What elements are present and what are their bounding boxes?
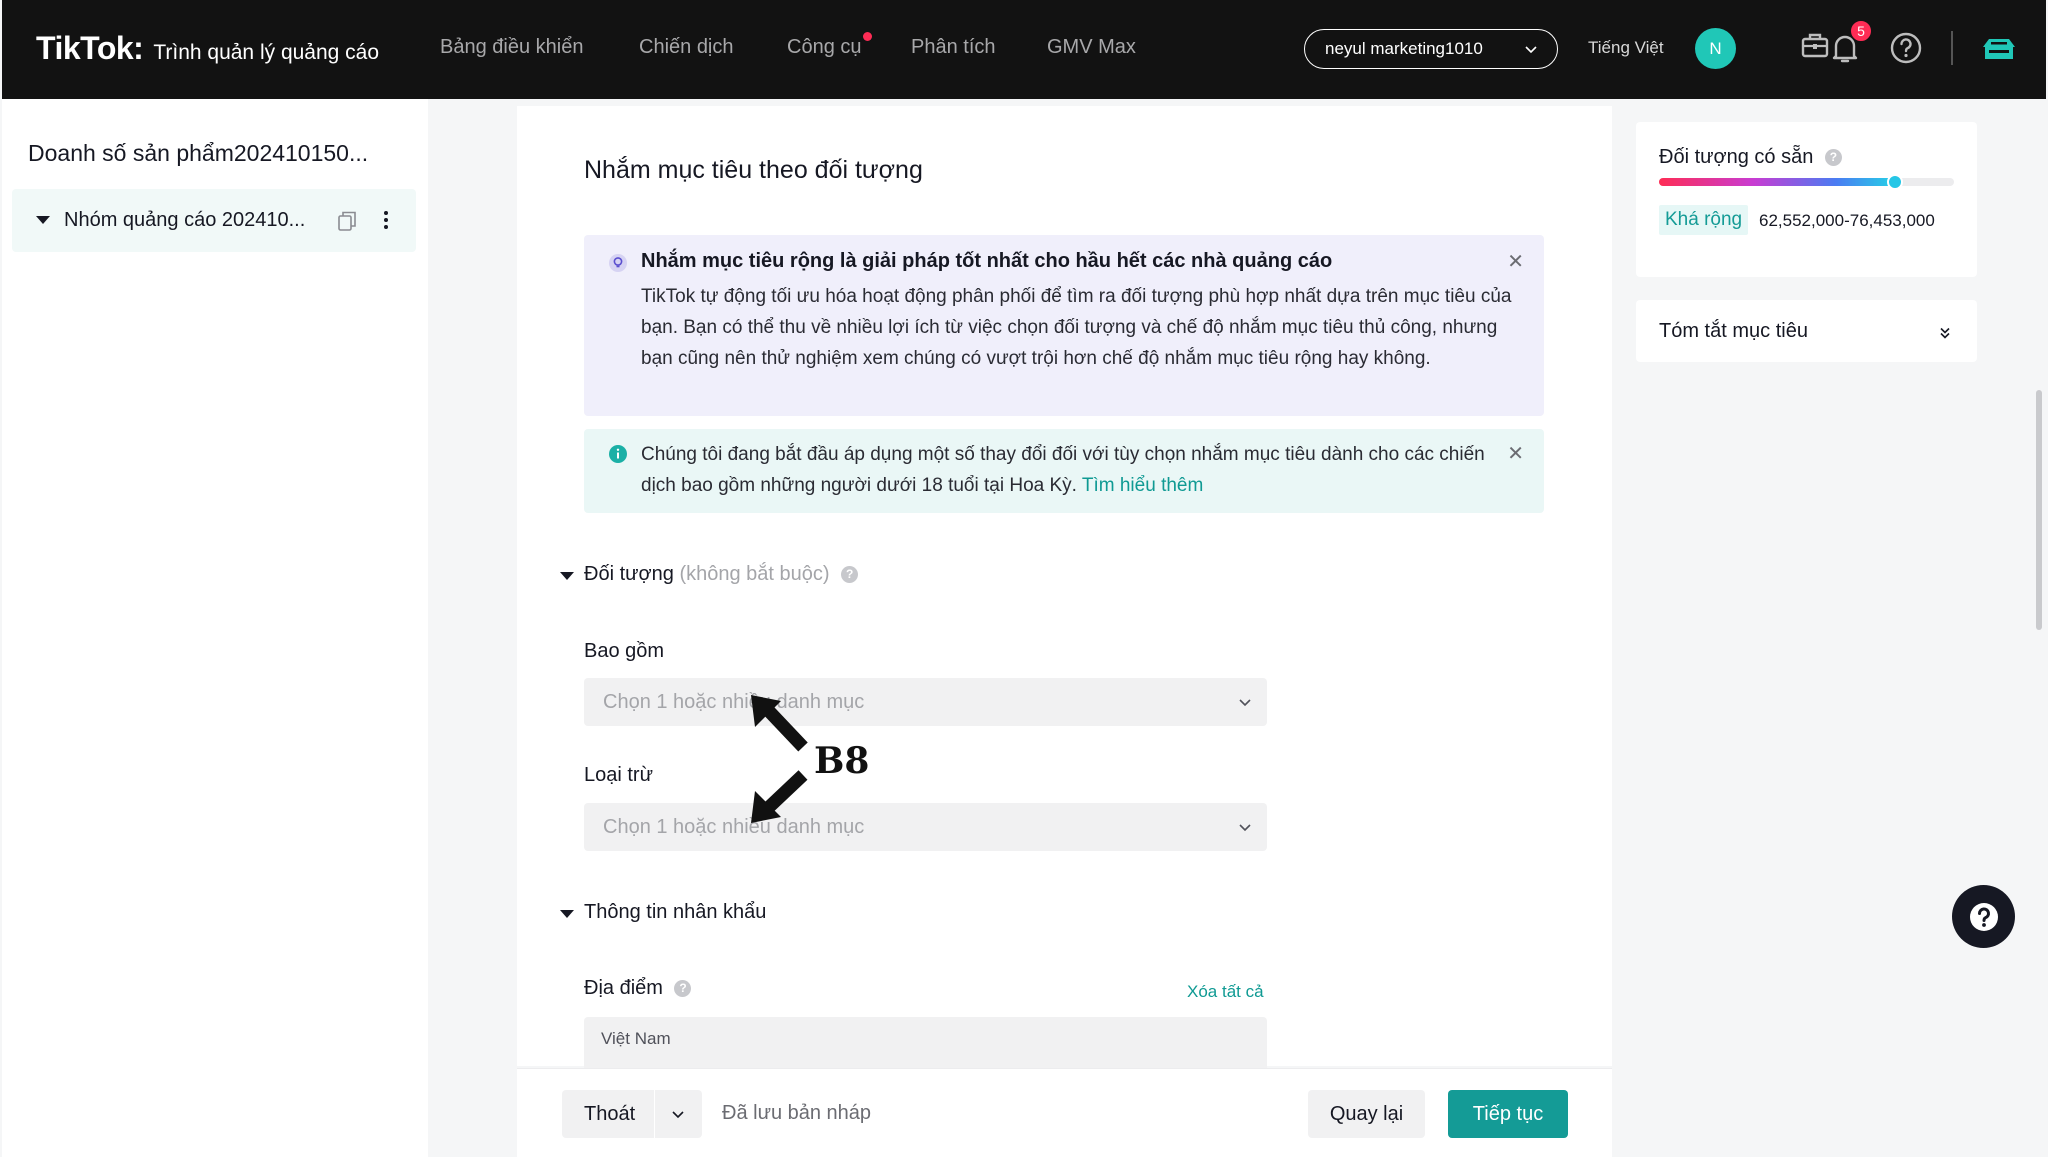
audience-size-meter (1659, 174, 1954, 190)
nav-campaigns[interactable]: Chiến dịch (639, 36, 734, 59)
learn-more-link[interactable]: Tìm hiểu thêm (1082, 475, 1203, 496)
chevron-down-icon[interactable] (670, 1106, 686, 1122)
include-placeholder: Chọn 1 hoặc nhiều danh mục (603, 690, 865, 713)
avatar[interactable]: N (1695, 28, 1736, 69)
breadth-tag: Khá rộng (1659, 205, 1749, 235)
audience-size-range: 62,552,000-76,453,000 (1759, 211, 1935, 230)
logo-subtitle: Trình quản lý quảng cáo (153, 41, 380, 64)
nav-tools-label: Công cụ (787, 36, 862, 58)
double-chevron-down-icon[interactable] (1937, 325, 1953, 341)
optional-hint: (không bắt buộc) (679, 563, 830, 585)
chevron-down-icon (1239, 699, 1251, 707)
policy-notice-banner: Chúng tôi đang bắt đầu áp dụng một số th… (584, 429, 1544, 513)
audience-size-meter-fill (1659, 178, 1895, 186)
button-divider (654, 1090, 655, 1138)
lightbulb-badge-icon (609, 254, 627, 272)
banner-body: TikTok tự động tối ưu hóa hoạt động phân… (641, 286, 1512, 369)
notice-text-block: Chúng tôi đang bắt đầu áp dụng một số th… (641, 439, 1501, 501)
language-selector[interactable]: Tiếng Việt (1588, 38, 1664, 58)
logo-brand: TikTok (36, 30, 134, 66)
close-icon[interactable]: ✕ (1507, 249, 1524, 274)
targeting-summary-card[interactable]: Tóm tắt mục tiêu (1636, 300, 1977, 362)
caret-down-icon[interactable] (36, 216, 50, 224)
broad-targeting-banner: Nhắm mục tiêu rộng là giải pháp tốt nhất… (584, 235, 1544, 416)
clear-all-link[interactable]: Xóa tất cả (1187, 982, 1264, 1002)
exclude-label: Loại trừ (584, 764, 653, 786)
shop-desk-icon[interactable] (1981, 33, 2017, 65)
close-icon[interactable]: ✕ (1507, 441, 1524, 466)
back-button[interactable]: Quay lại (1308, 1090, 1425, 1138)
help-icon[interactable]: ? (674, 980, 692, 997)
logo-colon: : (133, 30, 144, 66)
audience-size-card: Đối tượng có sẵn ? Khá rộng 62,552,000-7… (1636, 122, 1977, 277)
chevron-down-icon (1239, 824, 1251, 832)
nav-tools[interactable]: Công cụ (787, 32, 872, 59)
info-icon (609, 445, 627, 463)
adgroup-label: Nhóm quảng cáo 202410... (64, 209, 306, 231)
help-icon[interactable]: ? (841, 566, 859, 583)
help-circle-icon[interactable] (1889, 31, 1923, 65)
audience-size-title-row: Đối tượng có sẵn ? (1659, 146, 1842, 169)
nav-gmv-max[interactable]: GMV Max (1047, 36, 1136, 59)
nav-analytics[interactable]: Phân tích (911, 36, 996, 59)
location-selector[interactable]: Việt Nam (584, 1017, 1267, 1072)
exit-button[interactable]: Thoát (562, 1090, 702, 1138)
annotation-arrows (751, 695, 808, 823)
tiktok-ads-logo[interactable]: TikTok: Trình quản lý quảng cáo (36, 30, 379, 67)
include-audience-select[interactable]: Chọn 1 hoặc nhiều danh mục (584, 678, 1267, 726)
exclude-audience-select[interactable]: Chọn 1 hoặc nhiều danh mục (584, 803, 1267, 851)
question-icon (1969, 902, 1998, 931)
new-indicator-dot (862, 32, 872, 41)
exclude-placeholder: Chọn 1 hoặc nhiều danh mục (603, 815, 865, 838)
account-name: neyul marketing1010 (1325, 39, 1483, 58)
draft-status: Đã lưu bản nháp (722, 1102, 872, 1124)
campaign-tree-sidebar (2, 99, 428, 1157)
location-value: Việt Nam (601, 1029, 671, 1048)
notification-badge: 5 (1850, 20, 1872, 42)
sidebar-item-adgroup[interactable]: Nhóm quảng cáo 202410... (12, 189, 416, 252)
page-scrollbar[interactable] (2036, 390, 2042, 630)
help-chat-button[interactable] (1952, 885, 2015, 948)
audience-size-indicator (1887, 174, 1903, 190)
audience-section-title[interactable]: Đối tượng (không bắt buộc) ? (584, 563, 859, 586)
caret-down-icon[interactable] (560, 572, 574, 580)
audience-size-title: Đối tượng có sẵn (1659, 146, 1814, 168)
annotation-label: B8 (814, 740, 870, 782)
location-label: Địa điểm (584, 977, 663, 999)
chevron-down-icon (1525, 46, 1537, 54)
demographics-section-title[interactable]: Thông tin nhân khẩu (584, 901, 766, 924)
location-label-row: Địa điểm ? (584, 977, 692, 1000)
targeting-summary-title: Tóm tắt mục tiêu (1659, 320, 1808, 342)
banner-heading: Nhắm mục tiêu rộng là giải pháp tốt nhất… (641, 250, 1333, 272)
help-icon[interactable]: ? (1824, 149, 1842, 166)
include-label: Bao gồm (584, 640, 665, 662)
account-selector[interactable]: neyul marketing1010 (1304, 29, 1558, 69)
campaign-title[interactable]: Doanh số sản phẩm202410150... (28, 140, 368, 167)
top-navigation: TikTok: Trình quản lý quảng cáo Bảng điề… (2, 0, 2046, 99)
section-title: Nhắm mục tiêu theo đối tượng (584, 156, 923, 184)
caret-down-icon[interactable] (560, 910, 574, 918)
exit-label: Thoát (584, 1103, 636, 1125)
nav-divider (1951, 31, 1953, 65)
copy-icon[interactable] (337, 210, 357, 232)
notice-text: Chúng tôi đang bắt đầu áp dụng một số th… (641, 444, 1485, 496)
nav-dashboard[interactable]: Bảng điều khiển (440, 36, 583, 59)
continue-button[interactable]: Tiếp tục (1448, 1090, 1568, 1138)
audience-title: Đối tượng (584, 563, 674, 585)
more-vertical-icon[interactable] (382, 209, 390, 231)
